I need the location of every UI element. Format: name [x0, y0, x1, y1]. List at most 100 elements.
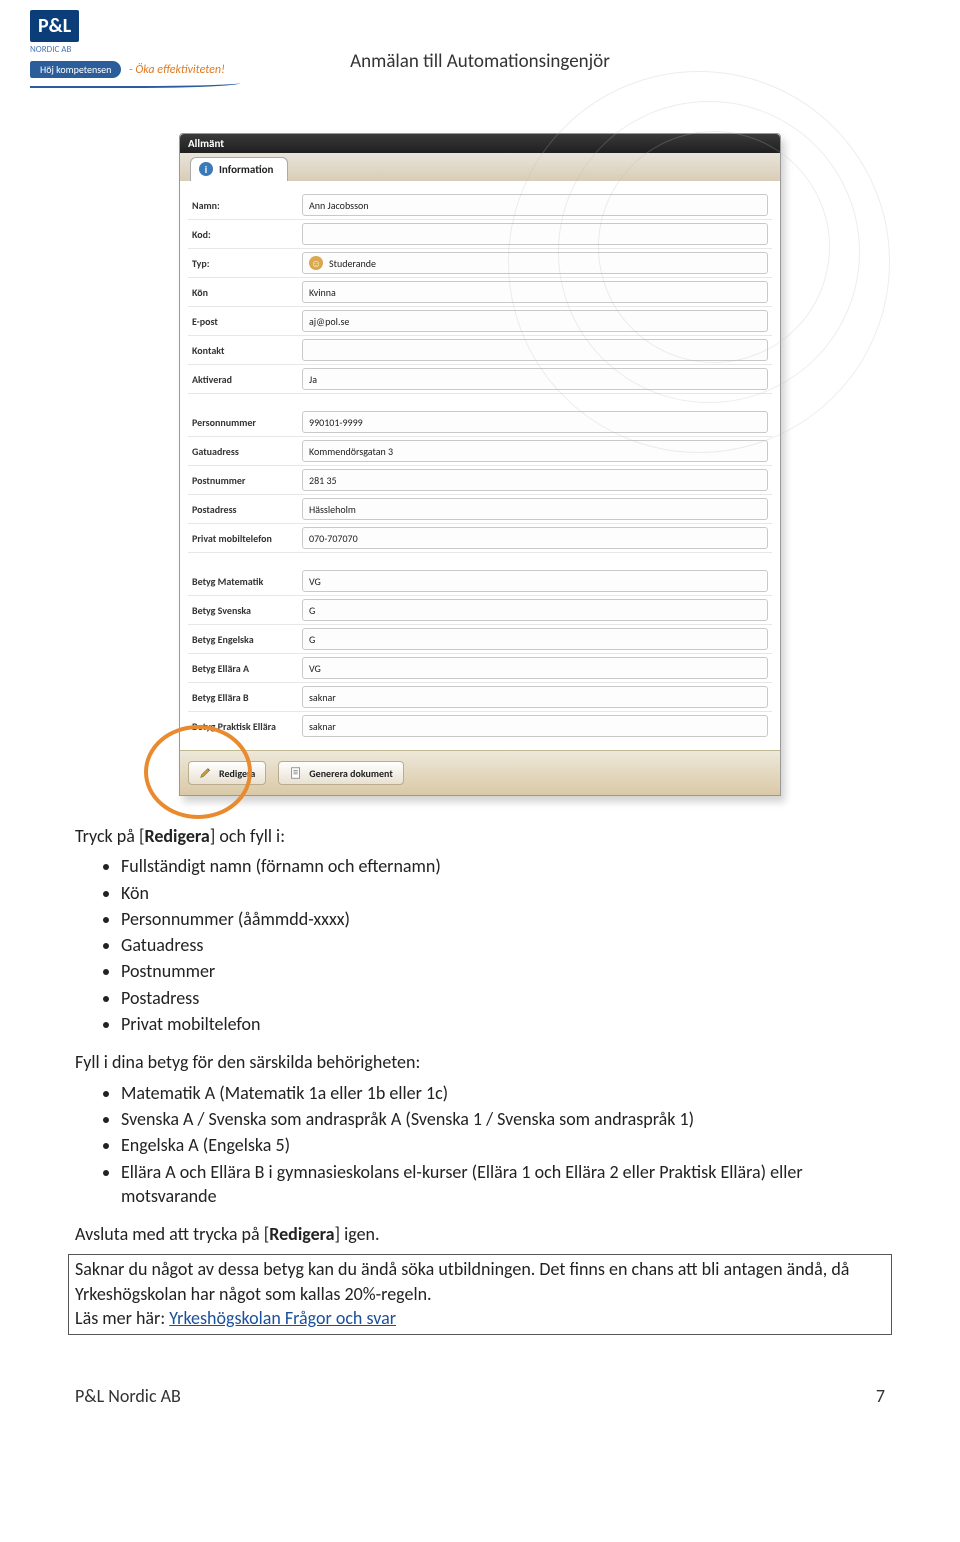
field-label: Kod: [192, 228, 302, 241]
field-value[interactable]: ☺Studerande [302, 252, 768, 274]
form-row: Postadress Hässleholm [188, 495, 772, 524]
tab-information[interactable]: i Information [190, 157, 288, 182]
instruction-text: Tryck på [Redigera] och fyll i: Fullstän… [75, 824, 885, 1246]
field-label: Postadress [192, 503, 302, 516]
form-row: Betyg MatematikVG [188, 567, 772, 596]
field-label: Gatuadress [192, 445, 302, 458]
field-label: Personnummer [192, 416, 302, 429]
form-row: Betyg Svenska G [188, 596, 772, 625]
field-label: Typ: [192, 257, 302, 270]
field-label: Namn: [192, 199, 302, 212]
list-item: Matematik A (Matematik 1a eller 1b eller… [121, 1081, 885, 1105]
field-label: E-post [192, 315, 302, 328]
generate-document-button[interactable]: Generera dokument [278, 761, 404, 785]
field-label: Betyg Engelska [192, 633, 302, 646]
field-value[interactable]: 281 35 [302, 469, 768, 491]
field-value-text: 990101-9999 [309, 416, 363, 429]
fill-list-1: Fullständigt namn (förnamn och efternamn… [75, 854, 885, 1036]
form-row: Privat mobiltelefon 070-707070 [188, 524, 772, 553]
intro-pre: Tryck på [ [75, 825, 144, 847]
action-bar: Redigera Generera dokument [180, 750, 780, 795]
tab-label: Information [219, 163, 273, 176]
panel-titlebar: Allmänt [180, 134, 780, 153]
form-row: Kontakt [188, 336, 772, 365]
note-line-1: Saknar du något av dessa betyg kan du än… [75, 1257, 885, 1306]
form-row: Kod: [188, 220, 772, 249]
banner-orange: - Öka effektiviteten! [129, 63, 225, 77]
footer-right: 7 [876, 1385, 885, 1407]
field-value[interactable]: G [302, 599, 768, 621]
field-value-text: VG [309, 662, 321, 675]
field-value-text: 281 35 [309, 474, 337, 487]
field-value[interactable]: Kvinna [302, 281, 768, 303]
list-item: Postadress [121, 986, 885, 1010]
field-value-text: saknar [309, 720, 336, 733]
list-item: Privat mobiltelefon [121, 1012, 885, 1036]
field-value-text: VG [309, 575, 321, 588]
field-value-text: 070-707070 [309, 532, 358, 545]
form-row: Typ:☺Studerande [188, 249, 772, 278]
field-value-text: Hässleholm [309, 503, 356, 516]
mid-text: Fyll i dina betyg för den särskilda behö… [75, 1050, 885, 1074]
field-label: Betyg Praktisk Ellära [192, 720, 302, 733]
end-pre: Avsluta med att trycka på [ [75, 1223, 269, 1245]
field-value[interactable]: 990101-9999 [302, 411, 768, 433]
field-value-text: Ja [309, 373, 317, 386]
field-value-text: aj@pol.se [309, 315, 349, 328]
intro-post: ] och fyll i: [210, 825, 285, 847]
intro-bold: Redigera [144, 825, 209, 847]
field-value[interactable]: Ann Jacobsson [302, 194, 768, 216]
field-value-text: saknar [309, 691, 336, 704]
page-footer: P&L Nordic AB 7 [75, 1385, 885, 1407]
banner-blue: Höj kompetensen [30, 61, 121, 78]
generate-button-label: Generera dokument [309, 767, 393, 780]
note-link[interactable]: Yrkeshögskolan Frågor och svar [169, 1307, 396, 1329]
list-item: Personnummer (ååmmdd-xxxx) [121, 907, 885, 931]
end-post: ] igen. [335, 1223, 380, 1245]
field-value[interactable]: G [302, 628, 768, 650]
field-label: Privat mobiltelefon [192, 532, 302, 545]
field-label: Postnummer [192, 474, 302, 487]
form-body: Namn:Ann JacobssonKod:Typ:☺StuderandeKön… [180, 181, 780, 750]
info-icon: i [199, 162, 213, 176]
field-label: Aktiverad [192, 373, 302, 386]
list-item: Engelska A (Engelska 5) [121, 1133, 885, 1157]
field-label: Betyg Ellära B [192, 691, 302, 704]
end-bold: Redigera [269, 1223, 334, 1245]
field-label: Kontakt [192, 344, 302, 357]
field-value[interactable]: Kommendörsgatan 3 [302, 440, 768, 462]
form-row: Betyg Ellära B saknar [188, 683, 772, 712]
field-value[interactable]: Ja [302, 368, 768, 390]
field-value-text: G [309, 604, 315, 617]
field-value[interactable]: VG [302, 570, 768, 592]
field-value[interactable]: saknar [302, 715, 768, 737]
form-row: KönKvinna [188, 278, 772, 307]
field-value-text: Kommendörsgatan 3 [309, 445, 393, 458]
form-row: Gatuadress Kommendörsgatan 3 [188, 437, 772, 466]
edit-button[interactable]: Redigera [188, 761, 266, 785]
field-value[interactable] [302, 223, 768, 245]
form-row: Betyg EngelskaG [188, 625, 772, 654]
document-icon [289, 766, 303, 780]
field-value[interactable] [302, 339, 768, 361]
form-row: Namn:Ann Jacobsson [188, 191, 772, 220]
list-item: Kön [121, 881, 885, 905]
list-item: Ellära A och Ellära B i gymnasieskolans … [121, 1160, 885, 1209]
tab-strip: i Information [180, 153, 780, 181]
form-row: Personnummer 990101-9999 [188, 408, 772, 437]
logo-banner: Höj kompetensen - Öka effektiviteten! [30, 59, 240, 88]
field-value-text: Studerande [329, 257, 376, 270]
user-info-panel: Allmänt i Information Namn:Ann Jacobsson… [179, 133, 781, 796]
field-value[interactable]: saknar [302, 686, 768, 708]
field-value[interactable]: Hässleholm [302, 498, 768, 520]
list-item: Gatuadress [121, 933, 885, 957]
form-row: Betyg Ellära AVG [188, 654, 772, 683]
field-value[interactable]: aj@pol.se [302, 310, 768, 332]
field-label: Betyg Svenska [192, 604, 302, 617]
field-value[interactable]: VG [302, 657, 768, 679]
footer-left: P&L Nordic AB [75, 1385, 181, 1407]
field-value[interactable]: 070-707070 [302, 527, 768, 549]
logo-subtext: NORDIC AB [30, 44, 240, 55]
pencil-icon [199, 766, 213, 780]
list-item: Postnummer [121, 959, 885, 983]
